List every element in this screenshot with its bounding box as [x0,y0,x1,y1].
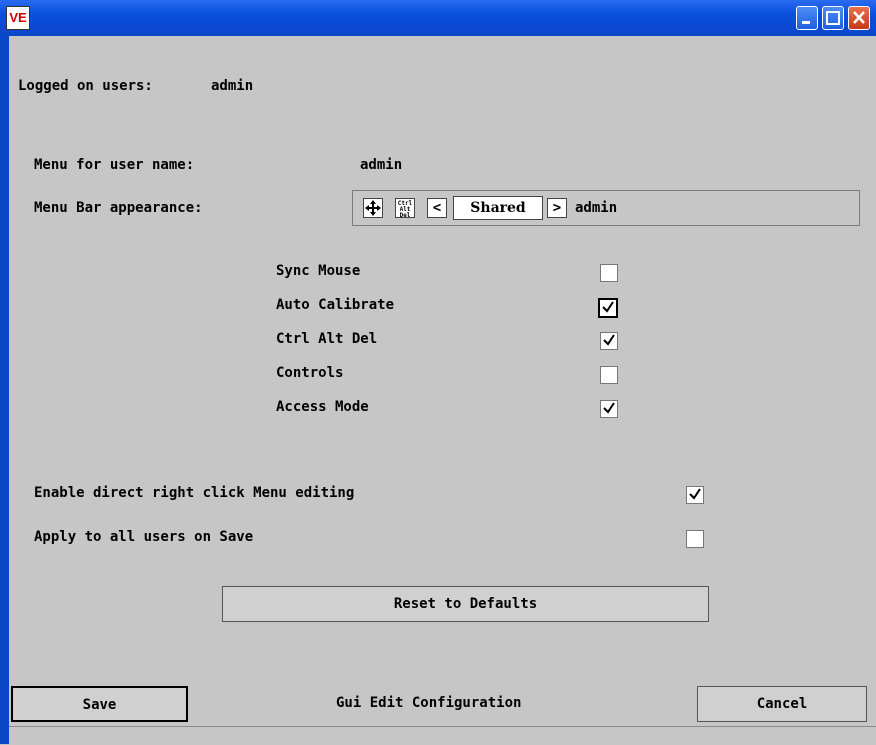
controls-checkbox[interactable] [600,366,618,384]
menu-bar-mode[interactable]: Shared [453,196,543,220]
option-label: Ctrl Alt Del [276,331,378,347]
ctrl-alt-del-checkbox[interactable] [600,332,618,350]
logged-on-label: Logged on users: [18,78,153,94]
move-icon[interactable] [363,198,383,218]
option-label: Access Mode [276,399,369,415]
checkmark-icon [602,301,614,313]
maximize-icon [826,11,840,25]
option-label: Sync Mouse [276,263,361,279]
apply-all-label: Apply to all users on Save [34,529,254,545]
app-window: VE [0,0,876,744]
minimize-icon [802,21,810,24]
status-bar [9,726,876,745]
minimize-button[interactable] [796,6,818,30]
checkmark-icon [603,334,615,346]
window-border [0,36,9,744]
menu-bar-user: admin [575,200,618,216]
auto-calibrate-checkbox[interactable] [598,298,618,318]
enable-right-click-label: Enable direct right click Menu editing [34,485,355,501]
checkmark-icon [603,402,615,414]
option-label: Controls [276,365,344,381]
checkmark-icon [689,488,701,500]
menu-for-value: admin [360,157,403,173]
next-button[interactable]: > [547,198,567,218]
sync-mouse-checkbox[interactable] [600,264,618,282]
close-icon [853,11,865,24]
menu-for-label: Menu for user name: [34,157,195,173]
previous-button[interactable]: < [427,198,447,218]
apply-all-checkbox[interactable] [686,530,704,548]
menu-bar-label: Menu Bar appearance: [34,200,203,216]
logged-on-value: admin [211,78,254,94]
close-button[interactable] [848,6,870,30]
menu-bar-preview: Ctrl Alt Del < Shared > admin [352,190,860,226]
option-label: Auto Calibrate [276,297,395,313]
title-bar[interactable]: VE [0,0,876,36]
ctrl-alt-del-icon[interactable]: Ctrl Alt Del [395,198,415,219]
dialog-title: Gui Edit Configuration [336,695,522,711]
maximize-button[interactable] [822,6,844,30]
save-button[interactable]: Save [11,686,188,722]
reset-defaults-button[interactable]: Reset to Defaults [222,586,709,622]
cancel-button[interactable]: Cancel [697,686,867,722]
access-mode-checkbox[interactable] [600,400,618,418]
enable-right-click-checkbox[interactable] [686,486,704,504]
app-icon: VE [6,6,30,30]
